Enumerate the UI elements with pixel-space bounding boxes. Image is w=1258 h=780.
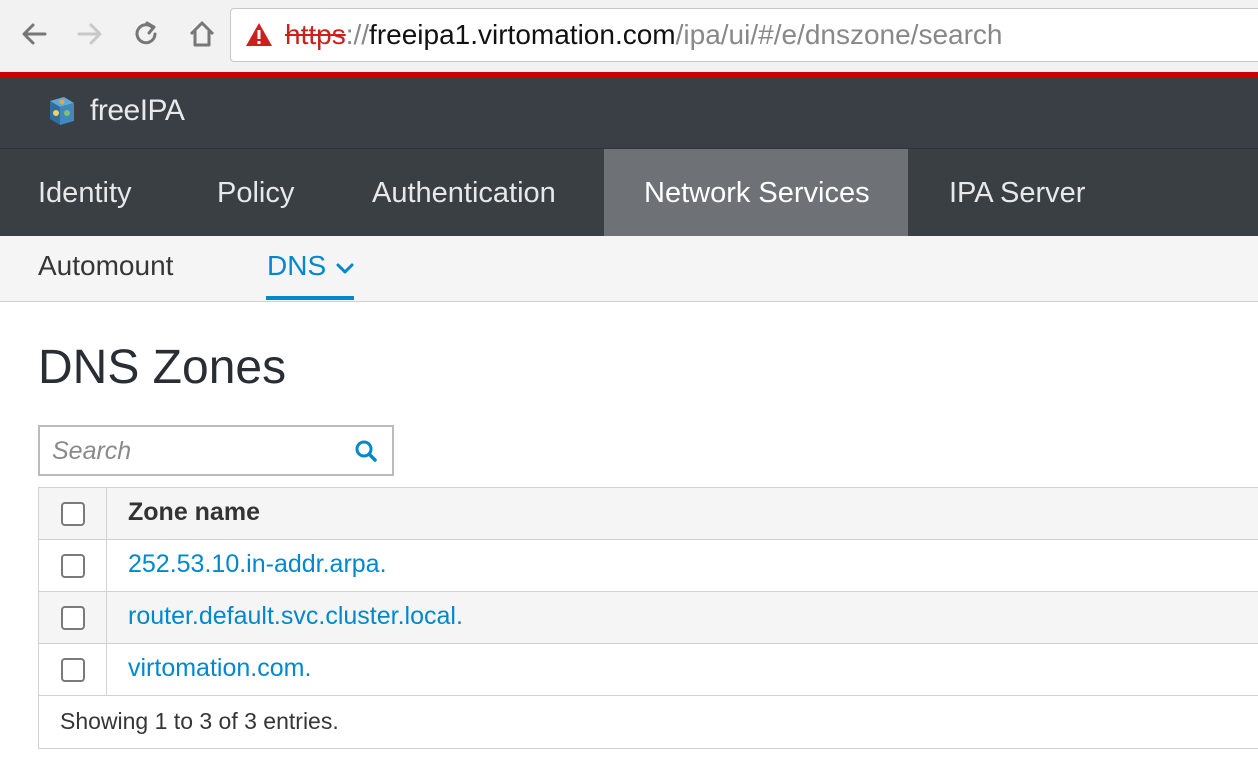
forward-button[interactable]	[72, 16, 108, 52]
search-input[interactable]	[52, 437, 342, 465]
app-header: freeIPA	[0, 77, 1258, 148]
nav-ipa-server[interactable]: IPA Server	[908, 149, 1126, 237]
subnav-dns[interactable]: DNS	[267, 250, 354, 282]
url-text: https://freeipa1.virtomation.com/ipa/ui/…	[285, 19, 1003, 51]
active-subnav-indicator	[266, 296, 354, 300]
column-header-zone-name[interactable]: Zone name	[128, 498, 260, 527]
warning-icon	[246, 23, 272, 46]
url-separator: ://	[345, 19, 370, 50]
row-checkbox-cell	[39, 644, 107, 695]
url-path: /ipa/ui/#/e/dnszone/search	[675, 19, 1003, 50]
freeipa-logo-icon	[50, 97, 74, 125]
reload-icon	[135, 21, 157, 45]
entries-count: Showing 1 to 3 of 3 entries.	[60, 708, 339, 734]
table-row: 252.53.10.in-addr.arpa.	[39, 540, 1258, 592]
home-icon	[189, 21, 215, 47]
logo-text: freeIPA	[90, 94, 185, 127]
address-bar[interactable]: https://freeipa1.virtomation.com/ipa/ui/…	[230, 8, 1258, 62]
home-button[interactable]	[184, 16, 220, 52]
zone-link[interactable]: router.default.svc.cluster.local.	[128, 602, 463, 631]
table-header-row: Zone name	[39, 488, 1258, 540]
zone-link[interactable]: virtomation.com.	[128, 654, 311, 683]
url-scheme: https	[285, 19, 346, 50]
nav-policy[interactable]: Policy	[178, 149, 333, 237]
row-checkbox[interactable]	[61, 554, 85, 578]
back-button[interactable]	[16, 16, 52, 52]
select-all-checkbox[interactable]	[61, 502, 85, 526]
primary-nav: Identity Policy Authentication Network S…	[0, 148, 1258, 237]
browser-toolbar: https://freeipa1.virtomation.com/ipa/ui/…	[0, 0, 1258, 72]
page-title: DNS Zones	[38, 341, 287, 394]
forward-icon	[77, 23, 102, 45]
search-icon[interactable]	[354, 439, 378, 463]
nav-network-services[interactable]: Network Services	[604, 149, 908, 237]
zone-link[interactable]: 252.53.10.in-addr.arpa.	[128, 550, 387, 579]
url-host: freeipa1.virtomation.com	[369, 19, 676, 50]
chevron-down-icon	[336, 263, 354, 274]
dns-zones-table: Zone name 252.53.10.in-addr.arpa. router…	[38, 487, 1258, 749]
app-logo[interactable]: freeIPA	[42, 93, 185, 129]
nav-identity[interactable]: Identity	[0, 149, 170, 237]
back-icon	[22, 23, 47, 45]
subnav-automount[interactable]: Automount	[38, 250, 173, 282]
table-row: router.default.svc.cluster.local.	[39, 592, 1258, 644]
reload-button[interactable]	[128, 16, 164, 52]
row-checkbox[interactable]	[61, 658, 85, 682]
table-row: virtomation.com.	[39, 644, 1258, 696]
row-checkbox-cell	[39, 592, 107, 643]
table-footer: Showing 1 to 3 of 3 entries.	[39, 696, 1258, 748]
select-all-cell	[39, 488, 107, 539]
row-checkbox-cell	[39, 540, 107, 591]
nav-authentication[interactable]: Authentication	[332, 149, 596, 237]
search-box	[38, 425, 394, 476]
subnav-dns-label: DNS	[267, 250, 327, 281]
secondary-nav: Automount DNS	[0, 236, 1258, 302]
row-checkbox[interactable]	[61, 606, 85, 630]
